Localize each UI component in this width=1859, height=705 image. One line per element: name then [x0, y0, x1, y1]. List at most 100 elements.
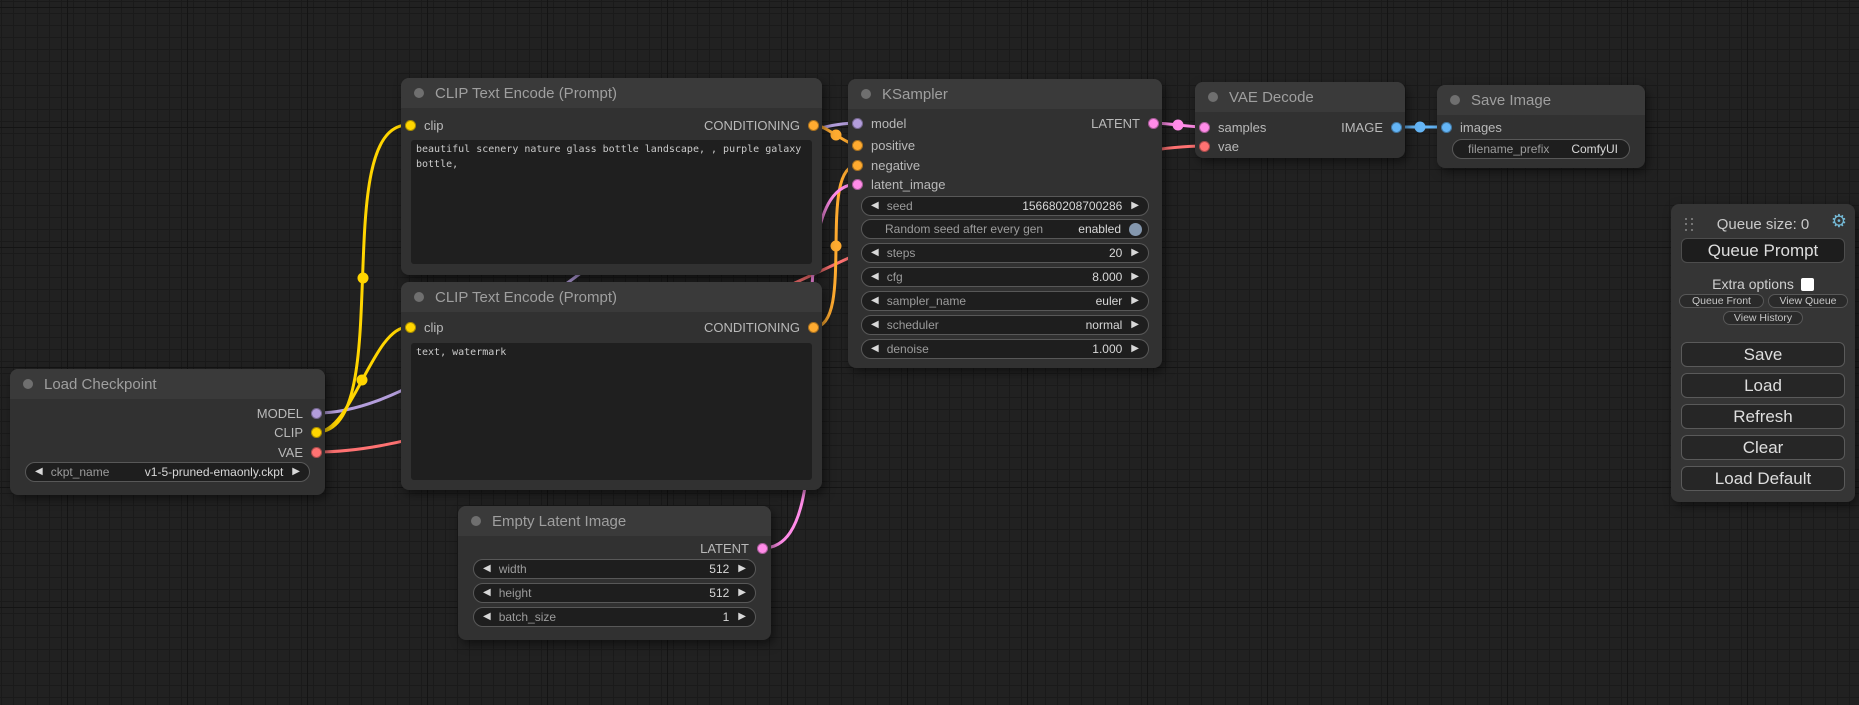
port-dot-clip[interactable]: [405, 120, 416, 131]
load-button[interactable]: Load: [1681, 373, 1845, 398]
ckpt-name-widget[interactable]: ◀ ckpt_name v1-5-pruned-emaonly.ckpt ▶: [25, 462, 310, 482]
increment-arrow-icon[interactable]: ▶: [1131, 272, 1139, 282]
port-dot-vae[interactable]: [1199, 141, 1210, 152]
collapse-dot-icon[interactable]: [471, 516, 481, 526]
node-clip-text-encode-positive[interactable]: CLIP Text Encode (Prompt) clip CONDITION…: [401, 78, 822, 275]
collapse-dot-icon[interactable]: [861, 89, 871, 99]
cfg-widget[interactable]: ◀ cfg 8.000 ▶: [861, 267, 1149, 287]
node-clip-text-encode-negative[interactable]: CLIP Text Encode (Prompt) clip CONDITION…: [401, 282, 822, 490]
port-dot-clip[interactable]: [311, 427, 322, 438]
node-vae-decode[interactable]: VAE Decode samples vae IMAGE: [1195, 82, 1405, 158]
port-dot-model[interactable]: [852, 118, 863, 129]
input-port-vae[interactable]: vae: [1199, 140, 1239, 152]
collapse-dot-icon[interactable]: [414, 88, 424, 98]
node-titlebar[interactable]: Save Image: [1437, 85, 1645, 115]
queue-prompt-button[interactable]: Queue Prompt: [1681, 238, 1845, 263]
node-titlebar[interactable]: CLIP Text Encode (Prompt): [401, 282, 822, 312]
node-load-checkpoint[interactable]: Load Checkpoint MODEL CLIP VAE ◀ ckpt_na…: [10, 369, 325, 495]
filename-prefix-widget[interactable]: filename_prefix ComfyUI: [1452, 139, 1630, 159]
decrement-arrow-icon[interactable]: ◀: [483, 612, 491, 622]
port-dot-image[interactable]: [1391, 122, 1402, 133]
input-port-clip[interactable]: clip: [405, 321, 444, 333]
view-history-button[interactable]: View History: [1723, 311, 1803, 325]
batch-size-widget[interactable]: ◀ batch_size 1 ▶: [473, 607, 756, 627]
decrement-arrow-icon[interactable]: ◀: [483, 564, 491, 574]
increment-arrow-icon[interactable]: ▶: [738, 564, 746, 574]
port-dot-latent[interactable]: [1148, 118, 1159, 129]
node-titlebar[interactable]: Load Checkpoint: [10, 369, 325, 399]
port-dot-vae[interactable]: [311, 447, 322, 458]
output-port-clip[interactable]: CLIP: [274, 426, 322, 438]
port-dot-conditioning[interactable]: [852, 140, 863, 151]
output-port-model[interactable]: MODEL: [257, 407, 322, 419]
decrement-arrow-icon[interactable]: ◀: [871, 248, 879, 258]
clear-button[interactable]: Clear: [1681, 435, 1845, 460]
node-titlebar[interactable]: Empty Latent Image: [458, 506, 771, 536]
decrement-arrow-icon[interactable]: ◀: [871, 201, 879, 211]
width-widget[interactable]: ◀ width 512 ▶: [473, 559, 756, 579]
gear-icon[interactable]: ⚙: [1831, 212, 1847, 230]
prompt-textarea[interactable]: text, watermark: [411, 343, 812, 480]
port-dot-model[interactable]: [311, 408, 322, 419]
denoise-widget[interactable]: ◀ denoise 1.000 ▶: [861, 339, 1149, 359]
increment-arrow-icon[interactable]: ▶: [1131, 344, 1139, 354]
input-port-positive[interactable]: positive: [852, 139, 915, 151]
port-dot-clip[interactable]: [405, 322, 416, 333]
input-port-clip[interactable]: clip: [405, 119, 444, 131]
collapse-dot-icon[interactable]: [414, 292, 424, 302]
input-port-images[interactable]: images: [1441, 121, 1502, 133]
increment-arrow-icon[interactable]: ▶: [738, 588, 746, 598]
port-dot-latent[interactable]: [852, 179, 863, 190]
load-default-button[interactable]: Load Default: [1681, 466, 1845, 491]
increment-arrow-icon[interactable]: ▶: [292, 467, 300, 477]
steps-widget[interactable]: ◀ steps 20 ▶: [861, 243, 1149, 263]
input-port-model[interactable]: model: [852, 117, 906, 129]
toggle-icon[interactable]: [1129, 223, 1142, 236]
node-ksampler[interactable]: KSampler model positive negative latent_…: [848, 79, 1162, 368]
input-port-negative[interactable]: negative: [852, 159, 920, 171]
collapse-dot-icon[interactable]: [1208, 92, 1218, 102]
input-port-samples[interactable]: samples: [1199, 121, 1266, 133]
port-dot-conditioning[interactable]: [808, 120, 819, 131]
refresh-button[interactable]: Refresh: [1681, 404, 1845, 429]
node-save-image[interactable]: Save Image images filename_prefix ComfyU…: [1437, 85, 1645, 168]
increment-arrow-icon[interactable]: ▶: [1131, 320, 1139, 330]
collapse-dot-icon[interactable]: [1450, 95, 1460, 105]
port-dot-latent[interactable]: [1199, 122, 1210, 133]
increment-arrow-icon[interactable]: ▶: [738, 612, 746, 622]
output-port-latent[interactable]: LATENT: [700, 542, 768, 554]
decrement-arrow-icon[interactable]: ◀: [871, 272, 879, 282]
port-dot-image[interactable]: [1441, 122, 1452, 133]
increment-arrow-icon[interactable]: ▶: [1131, 201, 1139, 211]
port-dot-conditioning[interactable]: [808, 322, 819, 333]
output-port-vae[interactable]: VAE: [278, 446, 322, 458]
random-seed-widget[interactable]: Random seed after every gen enabled: [861, 219, 1149, 239]
sampler-name-widget[interactable]: ◀ sampler_name euler ▶: [861, 291, 1149, 311]
queue-front-button[interactable]: Queue Front: [1679, 294, 1764, 308]
scheduler-widget[interactable]: ◀ scheduler normal ▶: [861, 315, 1149, 335]
node-graph-canvas[interactable]: Load Checkpoint MODEL CLIP VAE ◀ ckpt_na…: [0, 0, 1859, 705]
output-port-latent[interactable]: LATENT: [1091, 117, 1159, 129]
decrement-arrow-icon[interactable]: ◀: [35, 467, 43, 477]
node-titlebar[interactable]: VAE Decode: [1195, 82, 1405, 112]
save-button[interactable]: Save: [1681, 342, 1845, 367]
output-port-conditioning[interactable]: CONDITIONING: [704, 321, 819, 333]
decrement-arrow-icon[interactable]: ◀: [871, 296, 879, 306]
node-empty-latent-image[interactable]: Empty Latent Image LATENT ◀ width 512 ▶ …: [458, 506, 771, 640]
increment-arrow-icon[interactable]: ▶: [1131, 248, 1139, 258]
decrement-arrow-icon[interactable]: ◀: [871, 344, 879, 354]
prompt-textarea[interactable]: beautiful scenery nature glass bottle la…: [411, 140, 812, 264]
extra-options-checkbox[interactable]: [1801, 278, 1814, 291]
collapse-dot-icon[interactable]: [23, 379, 33, 389]
node-titlebar[interactable]: KSampler: [848, 79, 1162, 109]
increment-arrow-icon[interactable]: ▶: [1131, 296, 1139, 306]
height-widget[interactable]: ◀ height 512 ▶: [473, 583, 756, 603]
seed-widget[interactable]: ◀ seed 156680208700286 ▶: [861, 196, 1149, 216]
node-titlebar[interactable]: CLIP Text Encode (Prompt): [401, 78, 822, 108]
port-dot-latent[interactable]: [757, 543, 768, 554]
input-port-latent-image[interactable]: latent_image: [852, 178, 945, 190]
decrement-arrow-icon[interactable]: ◀: [483, 588, 491, 598]
output-port-conditioning[interactable]: CONDITIONING: [704, 119, 819, 131]
output-port-image[interactable]: IMAGE: [1341, 121, 1402, 133]
decrement-arrow-icon[interactable]: ◀: [871, 320, 879, 330]
